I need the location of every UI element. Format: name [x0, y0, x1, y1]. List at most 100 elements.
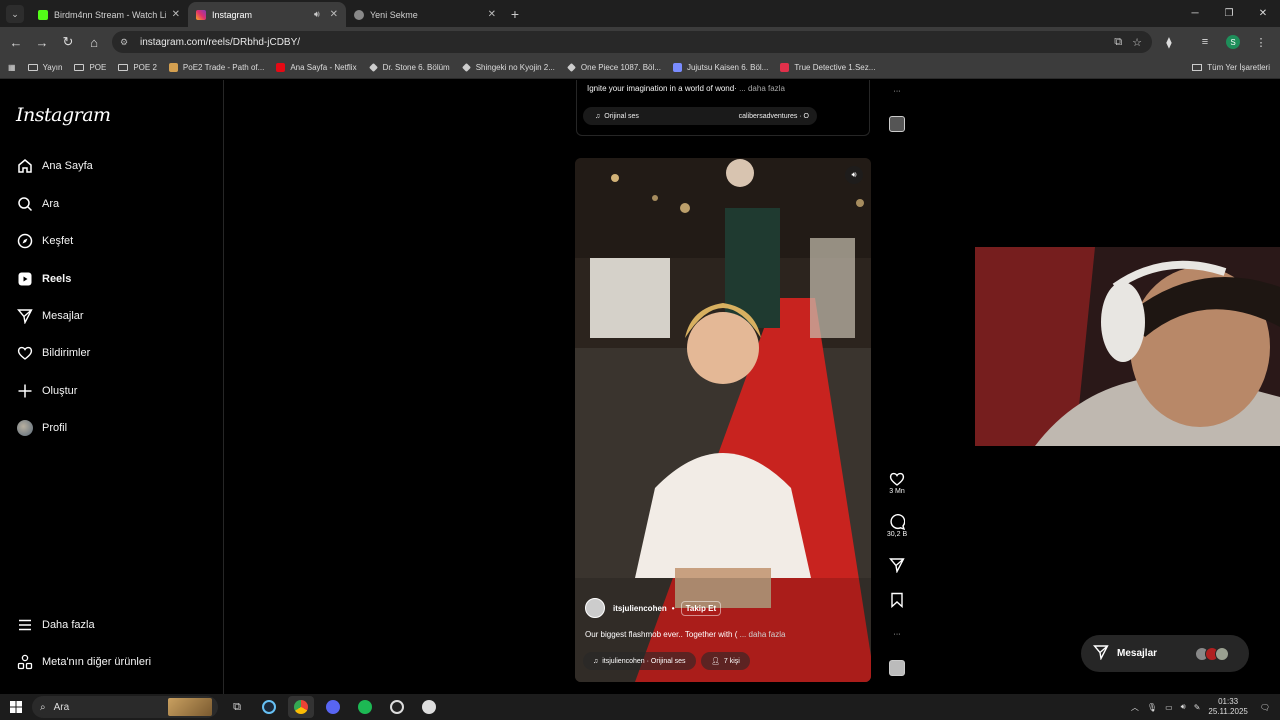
sidebar-item-label: Ana Sayfa: [42, 160, 93, 172]
more-link[interactable]: ... daha fazla: [740, 630, 786, 639]
bookmark-item[interactable]: Shingeki no Kyojin 2...: [461, 63, 555, 72]
more-link[interactable]: ... daha fazla: [739, 84, 785, 93]
share-button[interactable]: [885, 556, 909, 574]
reel-video[interactable]: 🔊︎ itsjuliencohen • Takip Et Our biggest…: [575, 158, 871, 682]
messages-pill[interactable]: Mesajlar: [1081, 635, 1249, 672]
site-info-icon[interactable]: ⚙: [120, 37, 132, 48]
bookmark-item[interactable]: PoE2 Trade - Path of...: [168, 63, 264, 72]
people-count: 7 kişi: [723, 657, 740, 665]
audio-thumb[interactable]: [885, 660, 909, 676]
notification-icon[interactable]: 🗨︎: [1260, 703, 1270, 712]
sidebar-item-messages[interactable]: Mesajlar: [16, 304, 84, 328]
sidebar-item-label: Ara: [42, 198, 60, 210]
pen-icon[interactable]: ✎: [1194, 703, 1201, 712]
omnibox[interactable]: ⚙ instagram.com/reels/DRbhd-jCDBY/ ⧉ ☆: [112, 31, 1152, 53]
close-tab-icon[interactable]: ✕: [172, 9, 180, 20]
media-queue-icon[interactable]: ≡: [1194, 31, 1216, 53]
send-icon: [888, 556, 906, 574]
clock-time: 01:33: [1218, 697, 1239, 706]
bookmark-folder[interactable]: POE: [74, 63, 106, 72]
spotify-icon[interactable]: [352, 696, 378, 718]
bookmark-item[interactable]: Dr. Stone 6. Bölüm: [368, 63, 450, 72]
taskbar-search[interactable]: ⌕ Ara: [32, 696, 218, 718]
reel-more-button[interactable]: ···: [885, 625, 909, 643]
comment-button[interactable]: 30,2 B: [885, 513, 909, 538]
sidebar-item-more[interactable]: Daha fazla: [16, 613, 95, 637]
reload-icon[interactable]: ↻: [56, 30, 80, 54]
bookmark-folder[interactable]: Yayın: [27, 63, 62, 72]
volume-icon[interactable]: 🔊︎: [1181, 702, 1186, 712]
minimize-icon[interactable]: ─: [1178, 0, 1212, 27]
tagged-people[interactable]: 👤︎ 7 kişi: [701, 652, 750, 670]
back-icon[interactable]: ←: [4, 30, 28, 54]
bookmark-item[interactable]: Ana Sayfa - Netflix: [276, 63, 357, 72]
heart-icon: [16, 344, 34, 362]
sidebar-item-notifications[interactable]: Bildirimler: [16, 341, 90, 365]
bookmark-item[interactable]: True Detective 1.Sez...: [780, 63, 875, 72]
close-tab-icon[interactable]: ✕: [488, 9, 496, 20]
prev-audio-thumb[interactable]: [885, 116, 909, 132]
forward-icon[interactable]: →: [30, 30, 54, 54]
author-username[interactable]: itsjuliencohen: [613, 604, 667, 613]
reel-audio[interactable]: ♫ itsjuliencohen · Orijinal ses: [583, 652, 696, 670]
previous-reel-audio[interactable]: ♫ Orijinal ses calibersadventures · O: [583, 107, 817, 125]
close-tab-icon[interactable]: ✕: [330, 9, 338, 20]
chrome-icon[interactable]: [288, 696, 314, 718]
profile-button[interactable]: S: [1222, 31, 1244, 53]
microphone-icon[interactable]: 🎙︎: [1147, 703, 1157, 712]
system-tray: ︿ 🎙︎ ▭ 🔊︎ ✎ 01:33 25.11.2025 🗨︎: [1131, 694, 1280, 720]
comment-icon: [888, 513, 906, 531]
windows-start-icon[interactable]: [0, 694, 32, 720]
meta-grid-icon: [16, 653, 34, 671]
heart-icon: [888, 470, 906, 488]
apps-grid-icon[interactable]: ▦: [8, 63, 16, 72]
chevron-up-icon[interactable]: ︿: [1131, 702, 1139, 713]
discord-icon[interactable]: [320, 696, 346, 718]
browser-menu-icon[interactable]: ⋮: [1250, 31, 1272, 53]
like-button[interactable]: 3 Mn: [885, 470, 909, 495]
bookmark-label: POE: [89, 63, 107, 72]
folder-icon: [27, 64, 38, 71]
sidebar-item-reels[interactable]: Reels: [16, 267, 71, 291]
app-icon[interactable]: [416, 696, 442, 718]
instagram-logo[interactable]: Instagram: [16, 104, 111, 126]
bookmark-star-icon[interactable]: ☆: [1132, 36, 1142, 49]
bookmark-item[interactable]: Jujutsu Kaisen 6. Böl...: [672, 63, 768, 72]
sidebar-item-explore[interactable]: Keşfet: [16, 229, 73, 253]
folder-icon: [118, 64, 129, 71]
install-app-icon[interactable]: ⧉: [1114, 36, 1122, 49]
new-tab-button[interactable]: +: [504, 3, 526, 25]
tab-birdm4nn[interactable]: Birdm4nn Stream - Watch Live ✕: [30, 2, 188, 27]
recorder-icon[interactable]: [384, 696, 410, 718]
home-nav-icon[interactable]: ⌂: [82, 30, 106, 54]
sidebar-item-profile[interactable]: Profil: [16, 416, 67, 440]
url-text[interactable]: instagram.com/reels/DRbhd-jCDBY/: [140, 37, 1114, 48]
sidebar-item-meta[interactable]: Meta'nın diğer ürünleri: [16, 650, 151, 674]
tab-search-button[interactable]: ⌄: [6, 5, 24, 23]
speaker-icon[interactable]: 🔊︎: [314, 9, 320, 20]
sidebar-item-create[interactable]: Oluştur: [16, 379, 77, 403]
restore-icon[interactable]: ❐: [1212, 0, 1246, 27]
sidebar-item-label: Reels: [42, 273, 72, 285]
person-icon: 👤︎: [711, 658, 720, 665]
close-window-icon[interactable]: ✕: [1246, 0, 1280, 27]
audio-toggle-button[interactable]: 🔊︎: [845, 166, 863, 184]
follow-button[interactable]: Takip Et: [680, 600, 722, 616]
bookmark-folder[interactable]: POE 2: [118, 63, 157, 72]
prev-more-button[interactable]: ···: [885, 82, 909, 100]
tab-instagram[interactable]: Instagram 🔊︎ ✕: [188, 2, 346, 27]
bookmark-label: Ana Sayfa - Netflix: [290, 63, 357, 72]
task-view-icon[interactable]: ⧉: [224, 696, 250, 718]
network-icon[interactable]: ▭: [1165, 703, 1173, 712]
bookmark-item[interactable]: One Piece 1087. Böl...: [566, 63, 661, 72]
clock[interactable]: 01:33 25.11.2025: [1208, 697, 1247, 717]
all-bookmarks[interactable]: Tüm Yer İşaretleri: [1192, 63, 1270, 72]
steam-icon[interactable]: [256, 696, 282, 718]
author-avatar[interactable]: [585, 598, 605, 618]
sidebar-item-home[interactable]: Ana Sayfa: [16, 154, 93, 178]
tab-new[interactable]: Yeni Sekme ✕: [346, 2, 504, 27]
sidebar-item-search[interactable]: Ara: [16, 192, 59, 216]
save-button[interactable]: [885, 591, 909, 609]
extensions-icon[interactable]: ⧫: [1158, 31, 1180, 53]
jjk-icon: [672, 63, 682, 72]
